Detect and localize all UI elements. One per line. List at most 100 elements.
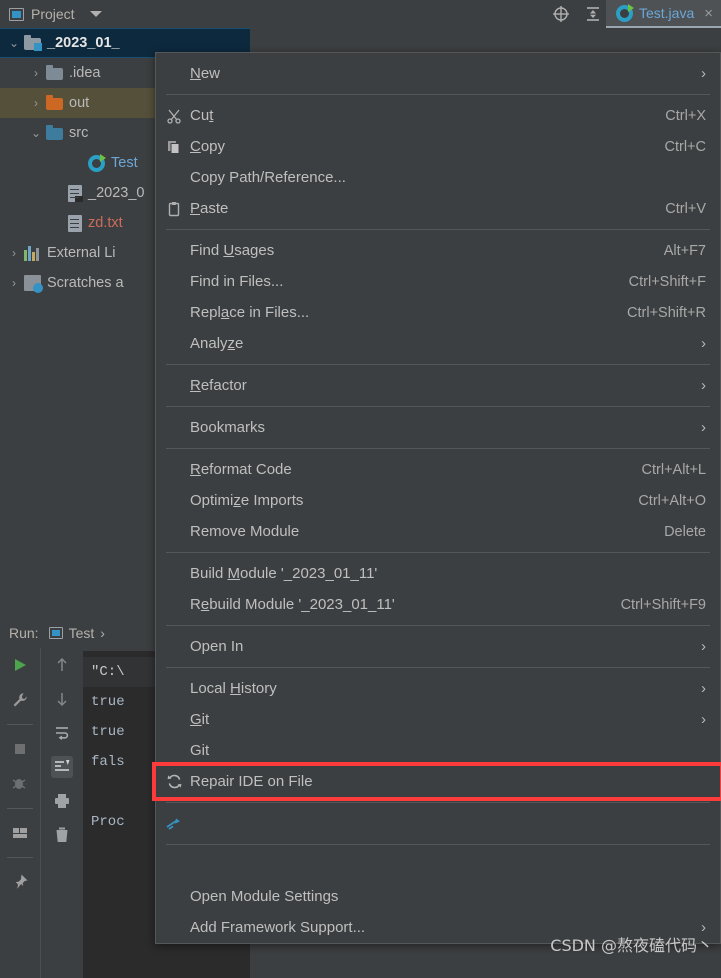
menu-item-shortcut: Delete: [664, 523, 706, 540]
chevron-right-icon: ›: [701, 65, 706, 82]
menu-item-cut[interactable]: Cut Ctrl+X: [156, 100, 720, 131]
chevron-right-icon[interactable]: ›: [4, 246, 24, 260]
layout-icon[interactable]: [9, 822, 31, 844]
run-icon[interactable]: [9, 654, 31, 676]
menu-item-label: Bookmarks: [190, 419, 266, 436]
menu-separator: [166, 364, 710, 365]
run-config-icon: [48, 627, 63, 639]
menu-separator: [166, 229, 710, 230]
tree-item-label: Test: [111, 155, 138, 171]
chevron-right-icon: ›: [701, 711, 706, 728]
java-class-icon: [615, 3, 634, 22]
csdn-watermark: CSDN @熬夜磕代码丶: [550, 936, 713, 955]
menu-item-add-framework-support[interactable]: Open Module Settings: [156, 881, 720, 912]
chevron-expanded-icon[interactable]: ⌄: [4, 36, 24, 50]
menu-item-rebuild-module[interactable]: Rebuild Module '_2023_01_11' Ctrl+Shift+…: [156, 589, 720, 620]
run-tab-test[interactable]: Test ›: [48, 625, 105, 641]
menu-item-shortcut: Ctrl+Shift+R: [627, 304, 706, 321]
chevron-right-icon[interactable]: ›: [26, 96, 46, 110]
menu-item-new[interactable]: New ›: [156, 58, 720, 89]
menu-item-label: Open Module Settings: [190, 888, 339, 905]
menu-separator: [166, 844, 710, 845]
menu-separator: [166, 94, 710, 95]
menu-item-find-usages[interactable]: Find Usages Alt+F7: [156, 235, 720, 266]
menu-item-build-module[interactable]: Build Module '_2023_01_11': [156, 558, 720, 589]
menu-item-paste[interactable]: Paste Ctrl+V: [156, 193, 720, 224]
menu-item-open-in[interactable]: Open In ›: [156, 631, 720, 662]
folder-icon: [46, 65, 63, 80]
menu-item-label: Find in Files...: [190, 273, 284, 290]
tree-item-label: External Li: [47, 245, 116, 261]
cut-icon: [166, 108, 190, 124]
menu-item-open-module-settings[interactable]: [156, 850, 720, 881]
tree-item-label: src: [69, 125, 89, 141]
menu-separator: [166, 448, 710, 449]
menu-item-local-history[interactable]: Local History ›: [156, 673, 720, 704]
locate-icon[interactable]: [552, 5, 570, 23]
reload-icon: [166, 773, 190, 790]
pin-icon[interactable]: [9, 871, 31, 893]
menu-item-label: Git: [190, 742, 210, 759]
close-icon[interactable]: ×: [704, 5, 713, 22]
toolbar-divider: [7, 808, 33, 809]
menu-item-bookmarks[interactable]: Bookmarks ›: [156, 412, 720, 443]
menu-item-shortcut: Ctrl+Shift+F: [628, 273, 706, 290]
arrow-down-icon[interactable]: [51, 688, 73, 710]
run-left-toolbar: [0, 648, 40, 978]
chevron-right-icon[interactable]: ›: [100, 625, 105, 641]
scratches-icon: [24, 275, 43, 293]
tree-item-label: Scratches a: [47, 275, 124, 291]
toolbar-left-group: Project: [0, 6, 552, 22]
run-title-label: Run:: [9, 625, 39, 641]
trash-icon[interactable]: [51, 824, 73, 846]
menu-item-remove-module[interactable]: Remove Module Delete: [156, 516, 720, 547]
paste-icon: [166, 201, 190, 217]
toolbar-divider: [7, 857, 33, 858]
menu-item-repair-ide-on-file[interactable]: Git: [156, 735, 720, 766]
arrow-up-icon[interactable]: [51, 654, 73, 676]
stop-icon[interactable]: [9, 738, 31, 760]
editor-tab-test-java[interactable]: Test.java ×: [605, 0, 721, 28]
menu-item-replace-in-files[interactable]: Replace in Files... Ctrl+Shift+R: [156, 297, 720, 328]
menu-separator: [166, 552, 710, 553]
menu-item-analyze[interactable]: Analyze ›: [156, 328, 720, 359]
chevron-right-icon[interactable]: ›: [26, 66, 46, 80]
chevron-expanded-icon[interactable]: ⌄: [26, 126, 46, 140]
tree-item-label: _2023_0: [88, 185, 145, 201]
menu-item-optimize-imports[interactable]: Optimize Imports Ctrl+Alt+O: [156, 485, 720, 516]
context-menu[interactable]: New › Cut Ctrl+X Copy Ctrl+C Copy Path/R…: [152, 52, 721, 944]
menu-item-refactor[interactable]: Refactor ›: [156, 370, 720, 401]
menu-item-label-rest: ew: [200, 65, 221, 82]
menu-separator: [166, 667, 710, 668]
menu-item-find-in-files[interactable]: Find in Files... Ctrl+Shift+F: [156, 266, 720, 297]
scroll-to-end-icon[interactable]: [51, 756, 73, 778]
menu-item-shortcut: Ctrl+V: [665, 200, 706, 217]
chevron-right-icon: ›: [701, 419, 706, 436]
folder-blue-icon: [46, 125, 63, 140]
menu-separator: [166, 625, 710, 626]
chevron-right-icon[interactable]: ›: [4, 276, 24, 290]
menu-item-copy-path-reference[interactable]: Copy Path/Reference...: [156, 162, 720, 193]
menu-item-reformat-code[interactable]: Reformat Code Ctrl+Alt+L: [156, 454, 720, 485]
menu-item-shortcut: Alt+F7: [663, 242, 706, 259]
expand-all-icon[interactable]: [584, 5, 602, 23]
menu-item-copy[interactable]: Copy Ctrl+C: [156, 131, 720, 162]
menu-separator: [166, 406, 710, 407]
menu-item-shortcut: Ctrl+Shift+F9: [620, 596, 706, 613]
wrench-icon[interactable]: [9, 689, 31, 711]
menu-item-git[interactable]: Git ›: [156, 704, 720, 735]
soft-wrap-icon[interactable]: [51, 722, 73, 744]
iml-file-icon: [68, 184, 83, 202]
menu-item-shortcut: Ctrl+Alt+O: [638, 492, 706, 509]
menu-item-reload-from-disk[interactable]: Repair IDE on File: [152, 762, 721, 801]
print-icon[interactable]: [51, 790, 73, 812]
chevron-down-icon[interactable]: [89, 11, 102, 17]
menu-item-label: Remove Module: [190, 523, 300, 540]
chevron-right-icon: ›: [701, 638, 706, 655]
editor-tab-label: Test.java: [638, 5, 695, 21]
debug-icon[interactable]: [9, 773, 31, 795]
chevron-right-icon: ›: [701, 335, 706, 352]
menu-item-compare-with[interactable]: [156, 808, 720, 839]
project-tool-window-label[interactable]: Project: [31, 6, 75, 22]
folder-orange-icon: [46, 95, 63, 110]
